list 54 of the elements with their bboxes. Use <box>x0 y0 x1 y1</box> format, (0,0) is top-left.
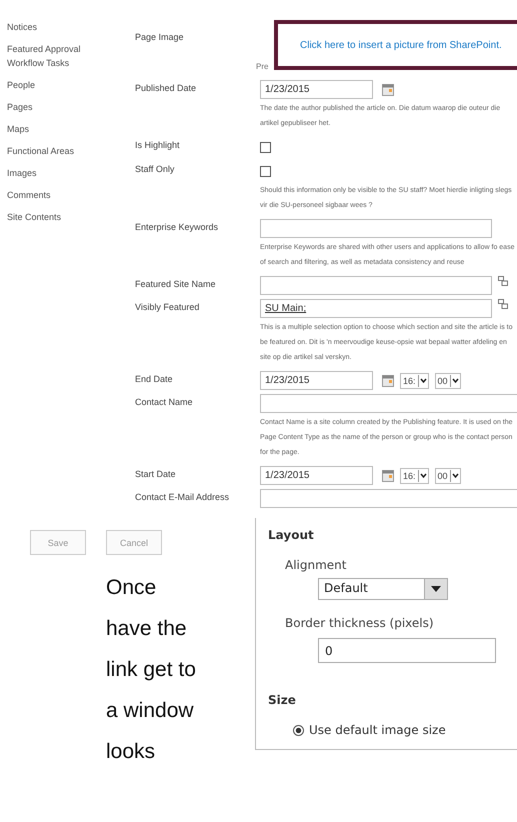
lookup-field[interactable]: SU Main; <box>260 299 492 318</box>
alignment-dropdown[interactable]: Default <box>318 578 448 600</box>
keywords-field[interactable] <box>260 219 492 238</box>
hour-dropdown[interactable]: 16: <box>400 468 429 484</box>
calendar-icon[interactable] <box>382 84 394 96</box>
chevron-icon <box>450 470 460 482</box>
lookup-field[interactable] <box>260 276 492 295</box>
radio-button[interactable] <box>293 724 304 736</box>
alignment-label: Alignment <box>285 558 348 572</box>
preview-text: Pre <box>256 62 270 73</box>
checkbox[interactable] <box>260 142 271 153</box>
chevron-icon <box>450 374 460 386</box>
border-thickness-field[interactable]: 0 <box>318 638 496 663</box>
sidebar-item[interactable]: Functional Areas <box>7 144 107 158</box>
caption-text: Once have the link get to a window looks <box>106 575 196 765</box>
section-title: Size <box>268 693 297 707</box>
minute-dropdown[interactable]: 00 <box>434 372 461 388</box>
section-title: Layout <box>268 528 315 542</box>
field-label: End Date <box>135 373 174 386</box>
field-label: Contact Name <box>135 396 194 409</box>
dropdown-arrow-icon <box>431 586 441 592</box>
field-label: Start Date <box>135 468 177 481</box>
browse-icon[interactable] <box>498 299 508 309</box>
border-label: Border thickness (pixels) <box>285 616 435 630</box>
field-label: Published Date <box>135 82 198 95</box>
sidebar-item[interactable]: Comments <box>7 188 107 202</box>
sidebar-item[interactable]: Images <box>7 166 107 180</box>
hour-dropdown[interactable]: 16: <box>400 372 429 388</box>
chevron-icon <box>418 470 428 482</box>
sidebar-item[interactable]: Featured Approval Workflow Tasks <box>7 42 107 70</box>
insert-picture-link[interactable]: Click here to insert a picture from SharePoint. <box>300 40 502 50</box>
option-label: Use default image size <box>309 723 446 737</box>
field-label: Visibly Featured <box>135 301 200 314</box>
field-label: Contact E-Mail Address <box>135 491 230 504</box>
sidebar-item[interactable]: Notices <box>7 20 107 34</box>
date-field[interactable]: 1/23/2015 <box>260 80 373 99</box>
field-label: Enterprise Keywords <box>135 221 220 234</box>
calendar-icon[interactable] <box>382 470 394 482</box>
sidebar-item[interactable]: Site Contents <box>7 210 107 224</box>
field-label: Staff Only <box>135 163 176 176</box>
chevron-icon <box>418 374 428 386</box>
calendar-icon[interactable] <box>382 374 394 386</box>
browse-icon[interactable] <box>498 276 508 286</box>
text-field[interactable] <box>260 394 517 413</box>
checkbox[interactable] <box>260 166 271 177</box>
date-field[interactable]: 1/23/2015 <box>260 371 373 390</box>
field-label: Featured Site Name <box>135 278 217 291</box>
minute-dropdown[interactable]: 00 <box>434 468 461 484</box>
sidebar-item[interactable]: People <box>7 78 107 92</box>
text-field[interactable] <box>260 489 517 508</box>
sidebar-item[interactable]: Pages <box>7 100 107 114</box>
sidebar-item[interactable]: Maps <box>7 122 107 136</box>
field-label: Is Highlight <box>135 139 181 152</box>
date-field[interactable]: 1/23/2015 <box>260 466 373 485</box>
